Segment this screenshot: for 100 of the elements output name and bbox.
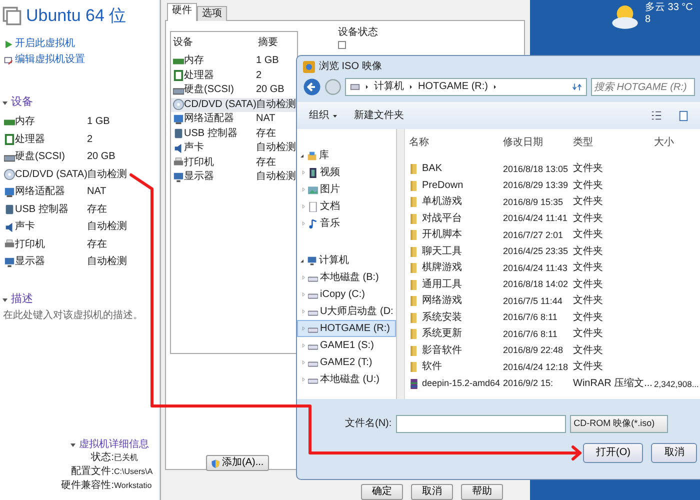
file-name[interactable]: 通用工具 — [422, 278, 462, 291]
device-name[interactable]: 打印机 — [15, 238, 87, 251]
device-name[interactable]: CD/DVD (SATA) — [15, 168, 87, 181]
dialog-button[interactable]: 帮助 — [461, 484, 503, 500]
nav-item[interactable]: 文档 — [297, 198, 396, 215]
column-header[interactable]: 修改日期 — [503, 137, 573, 149]
device-summary: 存在 — [87, 204, 107, 216]
collapsed-arrow-icon — [301, 360, 306, 365]
folder-icon — [409, 361, 419, 374]
add-button[interactable]: 添加(A)... — [206, 455, 269, 471]
file-name[interactable]: 聊天工具 — [422, 246, 462, 258]
detail-value: 已关机 — [114, 453, 138, 463]
nav-item[interactable]: 库 — [319, 150, 329, 162]
file-size: 2,342,908... — [654, 378, 700, 389]
device-row[interactable]: 网络适配器 NAT — [171, 112, 297, 126]
nav-item[interactable]: 本地磁盘 (B:) — [297, 269, 396, 286]
speaker-icon — [173, 142, 184, 154]
section-heading[interactable]: 虚拟机详细信息 — [79, 439, 149, 451]
file-type: 文件夹 — [573, 312, 604, 324]
device-name[interactable]: 声卡 — [15, 221, 87, 234]
tab[interactable]: 硬件 — [167, 3, 197, 21]
device-name[interactable]: 网络适配器 — [15, 186, 87, 198]
column-header[interactable]: 设备 — [173, 37, 258, 49]
nav-item[interactable]: iCopy (C:) — [297, 286, 396, 303]
picture-icon — [308, 184, 318, 194]
column-header[interactable]: 摘要 — [258, 37, 278, 49]
toolbar-button[interactable]: 新建文件夹 — [354, 110, 404, 122]
column-header[interactable]: 类型 — [573, 137, 654, 149]
nav-item[interactable]: 视频 — [297, 164, 396, 181]
column-header[interactable]: 大小 — [654, 137, 700, 149]
chip-icon — [173, 70, 184, 82]
device-row[interactable]: 显示器 自动检测 — [171, 170, 297, 184]
archive-icon — [409, 378, 419, 390]
address-bar[interactable]: 计算机 HOTGAME (R:) — [345, 78, 587, 96]
dialog-button[interactable]: 打开(O) — [583, 443, 644, 463]
file-name[interactable]: 影音软件 — [422, 344, 462, 357]
view-options-icon — [651, 110, 662, 121]
file-name[interactable]: deepin-15.2-amd64 — [422, 378, 500, 390]
device-row[interactable]: CD/DVD (SATA)自动检测 — [171, 98, 297, 112]
nav-item[interactable]: 音乐 — [297, 215, 396, 232]
file-name[interactable]: 系统安装 — [422, 312, 462, 324]
file-name[interactable]: 系统更新 — [422, 328, 462, 340]
device-name[interactable]: 硬盘(SCSI) — [15, 151, 87, 164]
file-type: 文件夹 — [573, 229, 604, 242]
dialog-button[interactable]: 取消 — [651, 443, 698, 463]
file-date: 2016/8/18 13:05 — [503, 164, 570, 175]
action-link[interactable]: 开启此虚拟机 — [15, 36, 75, 52]
file-name[interactable]: 对战平台 — [422, 212, 462, 225]
device-row[interactable]: 处理器 2 — [171, 68, 297, 83]
file-name[interactable]: PreDown — [422, 180, 464, 192]
nav-item[interactable]: U大师启动盘 (D: — [297, 303, 396, 320]
device-row[interactable]: 声卡 自动检测 — [171, 141, 297, 156]
file-date: 2016/4/24 11:43 — [503, 262, 568, 274]
dialog-button[interactable]: 取消 — [411, 484, 453, 500]
preview-pane-icon — [678, 110, 689, 122]
checkbox[interactable] — [338, 41, 346, 49]
breadcrumb-item[interactable]: HOTGAME (R:) — [418, 81, 488, 93]
nav-item[interactable]: 图片 — [297, 181, 396, 198]
column-header[interactable]: 名称 — [409, 137, 503, 149]
section-heading[interactable]: 描述 — [11, 293, 33, 306]
folder-icon — [409, 246, 419, 258]
device-name[interactable]: 内存 — [15, 116, 87, 128]
scrollbar[interactable] — [397, 129, 405, 399]
file-name[interactable]: BAK — [422, 163, 442, 176]
nav-item[interactable]: HOTGAME (R:) — [297, 320, 396, 337]
file-type: 文件夹 — [573, 344, 604, 357]
toolbar-menu[interactable]: 组织 — [309, 110, 338, 122]
tab[interactable]: 选项 — [197, 6, 227, 21]
action-link[interactable]: 编辑虚拟机设置 — [15, 52, 85, 68]
file-name[interactable]: 网络游戏 — [422, 295, 462, 308]
file-type-dropdown[interactable]: CD-ROM 映像(*.iso) — [570, 415, 668, 433]
search-field[interactable]: 搜索 HOTGAME (R:) — [591, 78, 695, 96]
device-name[interactable]: 处理器 — [15, 134, 87, 146]
folder-icon — [409, 180, 419, 192]
device-row[interactable]: 硬盘(SCSI) 20 GB — [171, 83, 297, 98]
device-name[interactable]: 显示器 — [15, 256, 87, 268]
file-name[interactable]: 软件 — [422, 361, 442, 374]
filename-field[interactable] — [396, 415, 566, 433]
file-name[interactable]: 棋牌游戏 — [422, 262, 462, 274]
nav-item[interactable]: 本地磁盘 (U:) — [297, 371, 396, 388]
device-name[interactable]: USB 控制器 — [15, 204, 87, 216]
nav-item[interactable]: GAME2 (T:) — [297, 354, 396, 371]
breadcrumb-item[interactable]: 计算机 — [374, 81, 404, 93]
film-icon — [308, 168, 318, 178]
device-row[interactable]: 内存 1 GB — [171, 54, 297, 68]
device-row[interactable]: 打印机 存在 — [171, 156, 297, 170]
file-date: 2016/4/24 12:18 — [503, 362, 570, 373]
printer-icon — [173, 157, 184, 168]
file-name[interactable]: 单机游戏 — [422, 196, 462, 208]
refresh-icon — [572, 82, 582, 92]
collapsed-arrow-icon — [301, 377, 306, 382]
file-name[interactable]: 开机脚本 — [422, 229, 462, 242]
dialog-button[interactable]: 确定 — [361, 484, 403, 500]
folder-icon — [409, 262, 419, 274]
nav-item[interactable]: GAME1 (S:) — [297, 337, 396, 354]
device-row[interactable]: USB 控制器 存在 — [171, 126, 297, 141]
section-heading[interactable]: 设备 — [11, 96, 33, 110]
computer-icon — [307, 256, 317, 266]
nav-item[interactable]: 计算机 — [319, 254, 349, 266]
folder-icon — [409, 229, 419, 242]
